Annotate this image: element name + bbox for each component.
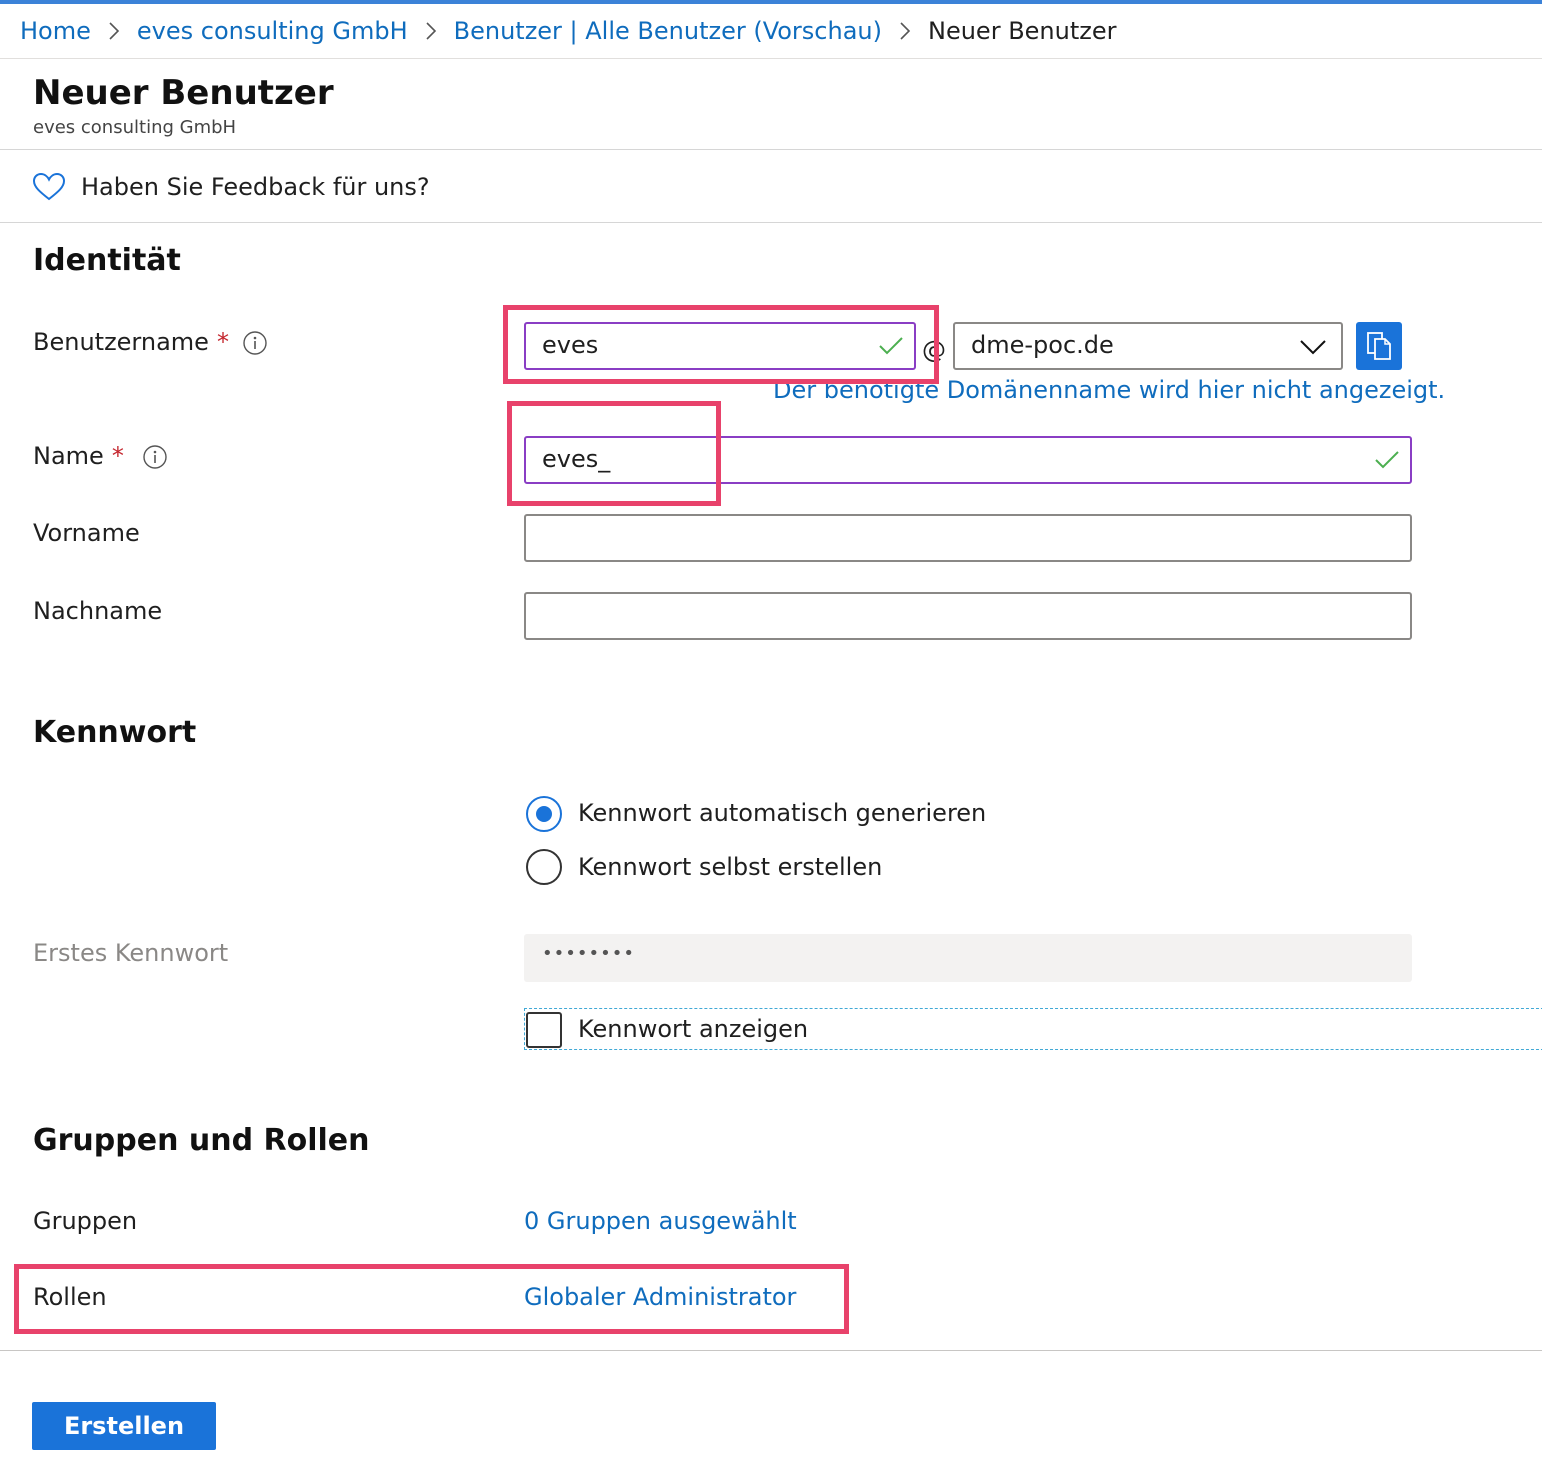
footer-divider	[0, 1350, 1542, 1351]
groups-label: Gruppen	[33, 1207, 138, 1235]
option-create-own-label[interactable]: Kennwort selbst erstellen	[578, 853, 882, 881]
name-label-text: Name	[33, 442, 104, 470]
breadcrumb-home[interactable]: Home	[20, 17, 91, 45]
feedback-link[interactable]: Haben Sie Feedback für uns?	[81, 173, 430, 201]
chevron-right-icon	[408, 20, 454, 42]
username-label: Benutzername *	[33, 328, 229, 356]
breadcrumb: Home eves consulting GmbH Benutzer | All…	[0, 4, 1542, 59]
copy-icon	[1365, 330, 1393, 366]
section-title-password: Kennwort	[33, 715, 197, 750]
username-label-text: Benutzername	[33, 328, 209, 356]
chevron-right-icon	[882, 20, 928, 42]
name-label: Name *	[33, 442, 124, 470]
section-title-identity: Identität	[33, 243, 181, 278]
groups-link[interactable]: 0 Gruppen ausgewählt	[524, 1207, 797, 1235]
domain-dropdown[interactable]: dme-poc.de	[953, 322, 1343, 370]
create-button[interactable]: Erstellen	[32, 1402, 216, 1450]
at-sign: @	[922, 336, 946, 364]
radio-create-own[interactable]	[526, 849, 562, 885]
first-name-input[interactable]	[524, 514, 1412, 562]
last-name-label: Nachname	[33, 597, 163, 625]
name-value: eves_	[542, 445, 611, 473]
required-mark: *	[111, 442, 124, 470]
initial-password-field: ••••••••	[524, 934, 1412, 982]
name-input[interactable]: eves_	[524, 436, 1412, 484]
info-icon[interactable]	[142, 444, 168, 474]
show-password-checkbox[interactable]	[526, 1012, 562, 1048]
show-password-label[interactable]: Kennwort anzeigen	[578, 1015, 808, 1043]
chevron-right-icon	[91, 20, 137, 42]
roles-link[interactable]: Globaler Administrator	[524, 1283, 796, 1311]
roles-label: Rollen	[33, 1283, 107, 1311]
feedback-bar[interactable]: Haben Sie Feedback für uns?	[0, 150, 1542, 223]
last-name-input[interactable]	[524, 592, 1412, 640]
chevron-down-icon	[1299, 338, 1327, 360]
option-auto-generate-label[interactable]: Kennwort automatisch generieren	[578, 799, 986, 827]
heart-icon	[32, 172, 66, 206]
page-title: Neuer Benutzer	[33, 73, 334, 113]
breadcrumb-tenant[interactable]: eves consulting GmbH	[137, 17, 408, 45]
domain-hint-link[interactable]: Der benötigte Domänenname wird hier nich…	[773, 376, 1445, 404]
first-name-label: Vorname	[33, 519, 140, 547]
initial-password-value: ••••••••	[542, 943, 635, 964]
initial-password-label: Erstes Kennwort	[33, 939, 229, 967]
breadcrumb-users[interactable]: Benutzer | Alle Benutzer (Vorschau)	[454, 17, 882, 45]
page-subtitle: eves consulting GmbH	[33, 117, 237, 138]
page-header: Neuer Benutzer eves consulting GmbH	[0, 60, 1542, 150]
section-title-groups-roles: Gruppen und Rollen	[33, 1123, 370, 1158]
radio-auto-generate[interactable]	[526, 796, 562, 832]
info-icon[interactable]	[242, 330, 268, 360]
required-mark: *	[216, 328, 229, 356]
username-value: eves	[542, 331, 599, 359]
breadcrumb-current: Neuer Benutzer	[928, 17, 1117, 45]
checkmark-icon	[878, 336, 904, 360]
domain-value: dme-poc.de	[971, 331, 1114, 359]
checkmark-icon	[1374, 450, 1400, 474]
copy-button[interactable]	[1356, 322, 1402, 370]
username-input[interactable]: eves	[524, 322, 916, 370]
